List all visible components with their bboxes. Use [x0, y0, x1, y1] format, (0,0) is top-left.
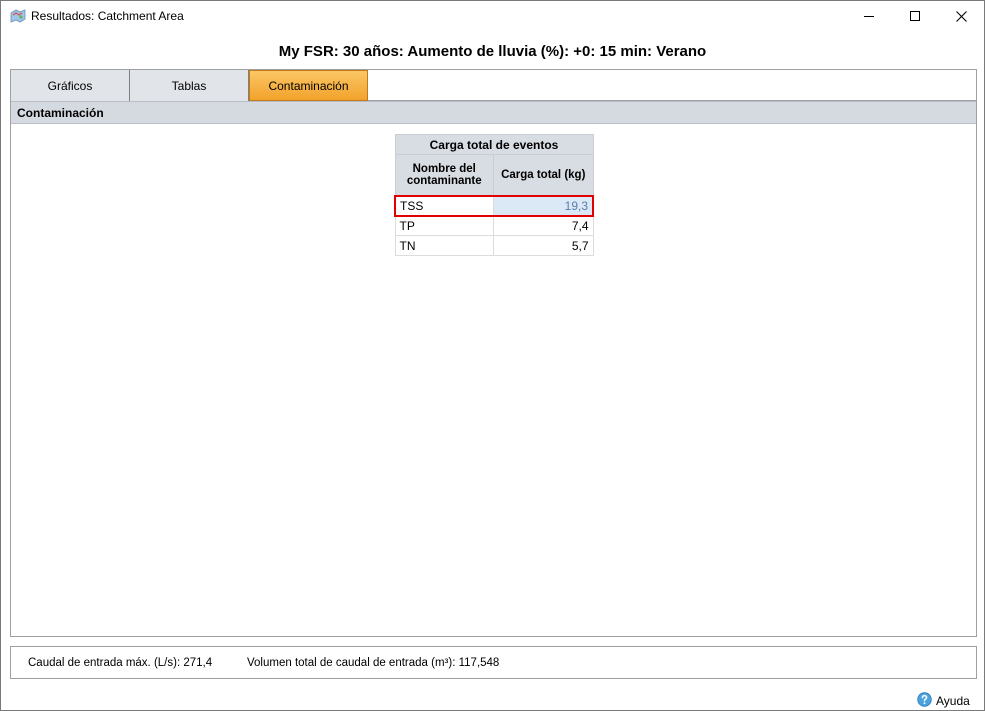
maximize-icon — [910, 11, 920, 21]
window-title: Resultados: Catchment Area — [31, 9, 184, 23]
column-header-pollutant-name[interactable]: Nombre del contaminante — [394, 154, 494, 196]
total-volume-status: Volumen total de caudal de entrada (m³):… — [247, 657, 499, 669]
column-header-total-load[interactable]: Carga total (kg) — [492, 154, 594, 196]
total-load-cell[interactable]: 19,3 — [492, 194, 594, 217]
tab-tablas[interactable]: Tablas — [130, 70, 249, 101]
maximize-button[interactable] — [892, 1, 938, 31]
minimize-icon — [864, 11, 874, 21]
help-icon — [917, 692, 932, 710]
table-row[interactable]: TP 7,4 — [394, 215, 594, 236]
table-caption: Carga total de eventos — [394, 134, 594, 155]
results-window: Resultados: Catchment Area My FSR: 30 añ… — [0, 0, 985, 711]
max-inflow-label: Caudal de entrada máx. (L/s): — [28, 657, 181, 669]
pollutant-load-table: Carga total de eventos Nombre del contam… — [393, 134, 594, 256]
table-row[interactable]: TSS 19,3 — [393, 194, 594, 217]
pollutant-name-cell[interactable]: TP — [394, 215, 494, 236]
status-bar: Caudal de entrada máx. (L/s): 271,4 Volu… — [10, 646, 977, 679]
tab-contaminacion[interactable]: Contaminación — [249, 70, 368, 101]
section-header: Contaminación — [11, 101, 976, 124]
help-label: Ayuda — [936, 694, 970, 708]
close-icon — [955, 10, 967, 22]
title-bar[interactable]: Resultados: Catchment Area — [1, 1, 984, 31]
total-volume-value: 117,548 — [458, 657, 500, 669]
app-map-icon — [10, 9, 26, 23]
tab-graficos[interactable]: Gráficos — [11, 70, 130, 101]
total-volume-label: Volumen total de caudal de entrada (m³): — [247, 657, 456, 669]
minimize-button[interactable] — [846, 1, 892, 31]
pollutant-name-cell[interactable]: TN — [394, 235, 494, 256]
help-button[interactable]: Ayuda — [917, 692, 970, 710]
total-load-cell[interactable]: 7,4 — [492, 215, 594, 236]
contamination-panel: Contaminación Carga total de eventos Nom… — [10, 101, 977, 637]
max-inflow-value: 271,4 — [183, 657, 213, 669]
scenario-title: My FSR: 30 años: Aumento de lluvia (%): … — [278, 43, 707, 60]
pollutant-name-cell[interactable]: TSS — [393, 194, 494, 217]
table-row[interactable]: TN 5,7 — [394, 235, 594, 256]
total-load-cell[interactable]: 5,7 — [492, 235, 594, 256]
close-button[interactable] — [938, 1, 984, 31]
max-inflow-status: Caudal de entrada máx. (L/s): 271,4 — [28, 657, 212, 669]
tab-bar: Gráficos Tablas Contaminación — [10, 69, 977, 101]
